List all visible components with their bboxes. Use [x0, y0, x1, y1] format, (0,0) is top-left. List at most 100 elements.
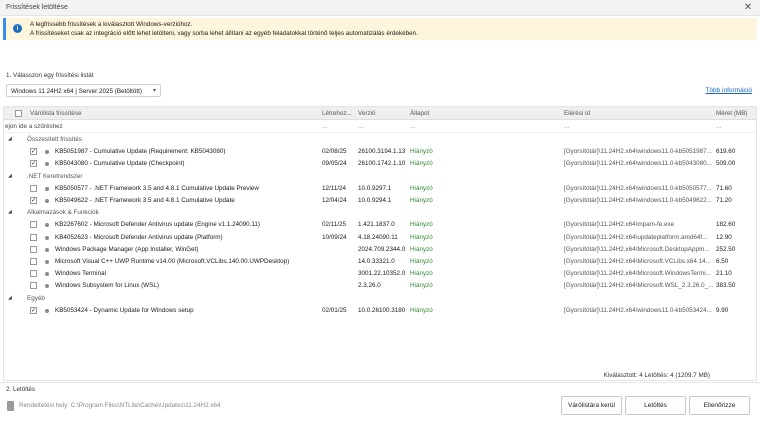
update-path: [Gyorsítótár]\11.24H2.x64\windows11.0-kb…: [564, 148, 712, 156]
update-checkbox[interactable]: ✓: [30, 160, 37, 168]
update-path: [Gyorsítótár]\11.24H2.x64\Microsoft.WSL_…: [564, 282, 714, 290]
info-banner: i A legfrissebb frissítések a kiválaszto…: [3, 18, 757, 40]
update-row[interactable]: ✓ KB5053424 - Dynamic Update for Windows …: [4, 305, 756, 317]
update-size: 21.10: [716, 270, 732, 278]
update-version: 3001.22.10352.0: [358, 270, 406, 278]
update-name: KB4052623 - Microsoft Defender Antivirus…: [55, 233, 223, 241]
bullet-icon: [45, 284, 49, 289]
update-version: 26100.3194.1.13: [358, 148, 406, 156]
bullet-icon: [45, 150, 49, 155]
update-row[interactable]: ✓ KB5043080 - Cumulative Update (Checkpoi…: [4, 158, 756, 170]
update-version: 26100.1742.1.10: [358, 160, 406, 168]
select-all-checkbox[interactable]: [15, 110, 22, 117]
update-checkbox[interactable]: [30, 258, 37, 265]
update-checkbox[interactable]: [30, 245, 37, 253]
bullet-icon: [45, 199, 49, 203]
col-status[interactable]: Állapot: [410, 110, 429, 117]
update-date: 12/04/24: [322, 197, 347, 204]
group-row[interactable]: ◢ Egyéb: [4, 293, 756, 305]
update-row[interactable]: KB2267602 - Microsoft Defender Antivirus…: [4, 219, 756, 231]
update-checkbox[interactable]: [30, 282, 37, 290]
update-size: 6.50: [716, 258, 729, 265]
section-2-label: 2. Letöltés: [6, 386, 36, 393]
info-line-1: A legfrissebb frissítések a kiválasztott…: [30, 21, 193, 28]
update-status: Hiányzó: [410, 197, 433, 204]
update-row[interactable]: KB4052623 - Microsoft Defender Antivirus…: [4, 232, 756, 244]
update-version: 10.0.9294.1: [358, 197, 392, 204]
update-version: 4.18.24090.11: [358, 233, 398, 241]
update-checkbox[interactable]: [30, 184, 37, 192]
group-row[interactable]: ◢ Alkalmazások & Funkciók: [4, 207, 756, 219]
update-list-select[interactable]: Windows 11 24H2 x64 | Server 2025 (Betöl…: [6, 84, 161, 97]
update-checkbox[interactable]: [30, 270, 37, 278]
queue-button[interactable]: Várólistára kerül: [561, 396, 622, 415]
update-version: 2024.709.2344.0: [358, 245, 406, 253]
col-version[interactable]: Verzió: [358, 110, 376, 117]
update-size: 9.90: [716, 306, 729, 314]
update-date: 02/01/25: [322, 306, 347, 314]
update-path: [Gyorsítótár]\11.24H2.x64\mpam-fe.exe: [564, 221, 675, 229]
update-row[interactable]: Windows Subsystem for Linux (WSL) 2.3.26.…: [4, 280, 756, 292]
update-status: Hiányzó: [410, 270, 433, 278]
update-checkbox[interactable]: [30, 221, 37, 229]
update-date: 10/09/24: [322, 233, 347, 241]
chevron-down-icon: ▾: [152, 88, 156, 94]
col-size[interactable]: Méret (MB): [716, 110, 748, 117]
filter-size[interactable]: ...: [716, 123, 721, 130]
collapse-triangle-icon[interactable]: ◢: [8, 209, 12, 215]
more-info-link[interactable]: Több információ: [705, 87, 752, 94]
update-row[interactable]: Windows Terminal 3001.22.10352.0 Hiányzó [G…: [4, 268, 756, 280]
col-name[interactable]: Várólista frissítése: [30, 110, 81, 117]
col-path[interactable]: Elérési út: [564, 110, 590, 117]
group-name: Összesített frissítés: [27, 136, 82, 143]
download-button[interactable]: Letöltés: [625, 396, 686, 415]
filter-row[interactable]: ejon ide a szűréshez ... ... ... ... ...: [4, 121, 756, 133]
update-checkbox[interactable]: [30, 233, 37, 241]
group-row[interactable]: ◢ Összesített frissítés: [4, 134, 756, 146]
update-path: [Gyorsítótár]\11.24H2.x64\windows11.0-kb…: [564, 184, 712, 192]
window-title: Frissítések letöltése: [6, 4, 68, 11]
update-name: KB5043080 - Cumulative Update (Checkpoin…: [55, 160, 185, 168]
update-path: [Gyorsítótár]\11.24H2.x64\Microsoft.Desk…: [564, 245, 710, 253]
bullet-icon: [45, 308, 49, 313]
update-status: Hiányzó: [410, 233, 433, 241]
download-location: Rendeltetési hely: C:\Program Files\NTLi…: [19, 402, 221, 409]
update-checkbox[interactable]: ✓: [30, 148, 37, 156]
filter-path[interactable]: ...: [564, 123, 569, 130]
update-row[interactable]: ✓ KB5051987 - Cumulative Update (Requirem…: [4, 146, 756, 158]
update-path: [Gyorsítótár]\11.24H2.x64\Microsoft.Wind…: [564, 270, 711, 278]
group-name: Egyéb: [27, 294, 45, 302]
collapse-triangle-icon[interactable]: ◢: [8, 173, 12, 179]
info-icon: i: [13, 24, 22, 33]
update-checkbox[interactable]: ✓: [30, 306, 37, 314]
filter-version[interactable]: ...: [358, 123, 363, 130]
col-date[interactable]: Létrehoz...: [322, 110, 352, 117]
update-size: 252.50: [716, 245, 736, 253]
bullet-icon: [45, 186, 49, 191]
update-checkbox[interactable]: ✓: [30, 197, 37, 204]
update-row[interactable]: Windows Package Manager (App Installer, …: [4, 244, 756, 256]
check-button[interactable]: Ellenőrizze: [689, 396, 750, 415]
collapse-triangle-icon[interactable]: ◢: [8, 136, 12, 142]
title-bar: Frissítések letöltése ✕: [0, 0, 760, 16]
update-status: Hiányzó: [410, 148, 433, 156]
update-date: 09/05/24: [322, 160, 347, 168]
bullet-icon: [45, 260, 49, 264]
update-version: 2.3.26.0: [358, 282, 381, 290]
update-path: [Gyorsítótár]\11.24H2.x64\updateplatform…: [564, 233, 708, 241]
update-status: Hiányzó: [410, 221, 433, 229]
close-icon[interactable]: ✕: [742, 2, 754, 14]
update-row[interactable]: Microsoft Visual C++ UWP Runtime v14.00 …: [4, 256, 756, 268]
filter-placeholder[interactable]: ejon ide a szűréshez: [5, 123, 63, 130]
updates-grid: Várólista frissítése Létrehoz... Verzió …: [3, 106, 757, 381]
update-row[interactable]: ✓ KB5049622 - .NET Framework 3.5 and 4.8.…: [4, 195, 756, 207]
update-row[interactable]: KB5050577 - .NET Framework 3.5 and 4.8.1…: [4, 183, 756, 195]
update-status: Hiányzó: [410, 306, 433, 314]
update-path: [Gyorsítótár]\11.24H2.x64\windows11.0-kb…: [564, 306, 712, 314]
update-name: Windows Subsystem for Linux (WSL): [55, 282, 159, 290]
group-row[interactable]: ◢ .NET Keretrendszer: [4, 171, 756, 183]
collapse-triangle-icon[interactable]: ◢: [8, 295, 12, 301]
filter-date[interactable]: ...: [322, 123, 327, 130]
update-date: 12/11/24: [322, 184, 347, 192]
filter-status[interactable]: ...: [410, 123, 415, 130]
